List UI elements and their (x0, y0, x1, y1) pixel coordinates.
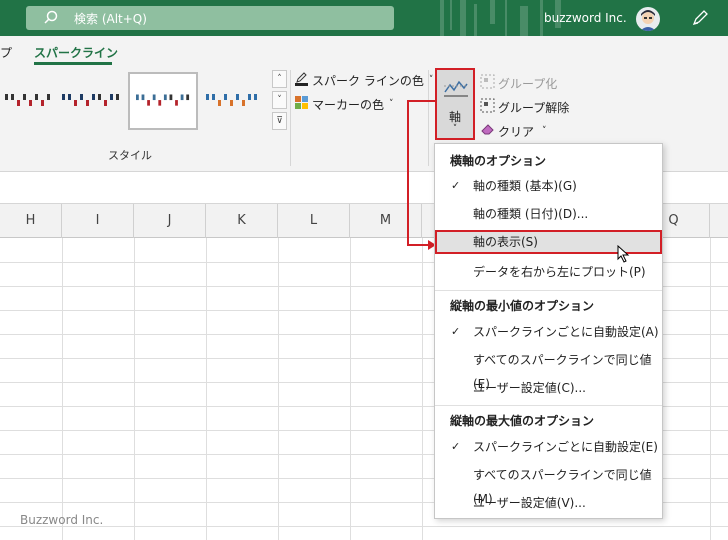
chevron-down-icon: ˅ (389, 99, 394, 109)
title-bar: 検索 (Alt+Q) buzzword Inc. (0, 0, 728, 36)
column-header-h[interactable]: H (0, 204, 62, 238)
style-swatch[interactable] (204, 72, 270, 130)
ungroup-label: グループ解除 (498, 100, 570, 115)
search-text: 検索 (Alt+Q) (74, 11, 147, 26)
menu-item-label: 軸の種類 (日付)(D)... (473, 207, 589, 221)
menu-item-plot-right-to-left[interactable]: データを右から左にプロット(P) (435, 260, 662, 284)
column-header-j[interactable]: J (134, 204, 206, 238)
column-header-m[interactable]: M (350, 204, 422, 238)
style-swatch[interactable] (0, 72, 66, 130)
grid-line (206, 238, 207, 540)
menu-item-show-axis[interactable]: 軸の表示(S) (435, 230, 662, 263)
column-header-l[interactable]: L (278, 204, 350, 238)
check-icon: ✓ (451, 440, 461, 453)
grid-line (710, 238, 711, 540)
menu-header-vertical-min: 縦軸の最小値のオプション (450, 299, 595, 313)
tab-sparkline[interactable]: スパークライン (34, 44, 118, 61)
style-swatch[interactable] (60, 72, 126, 130)
gallery-scroll-down[interactable]: ˅ (272, 91, 287, 109)
group-icon (480, 74, 495, 92)
divider (290, 70, 291, 166)
avatar[interactable] (636, 7, 660, 31)
menu-separator (435, 405, 662, 406)
pen-color-icon (294, 71, 309, 89)
grid-line (0, 526, 728, 527)
grid-line (62, 238, 63, 540)
menu-item-min-auto[interactable]: ✓ スパークラインごとに自動設定(A) (435, 320, 662, 344)
account-name[interactable]: buzzword Inc. (544, 11, 627, 25)
pen-icon[interactable] (690, 8, 710, 28)
menu-separator (435, 290, 662, 291)
menu-item-min-custom[interactable]: ユーザー設定値(C)... (435, 376, 662, 400)
column-header-i[interactable]: I (62, 204, 134, 238)
group-label-style: スタイル (108, 149, 152, 162)
style-swatch-selected[interactable] (128, 72, 198, 130)
tab-previous[interactable]: プ (0, 44, 12, 61)
marker-color-icon (294, 95, 309, 113)
ungroup-button[interactable]: グループ解除 (480, 98, 569, 116)
divider (428, 70, 429, 166)
tab-active-indicator (34, 62, 112, 65)
chevron-down-icon: ˅ (428, 75, 434, 85)
ungroup-icon (480, 98, 495, 116)
gallery-expand[interactable]: ⊽ (272, 112, 287, 130)
chevron-down-icon: ˅ (452, 124, 458, 134)
check-icon: ✓ (451, 325, 461, 338)
column-header-k[interactable]: K (206, 204, 278, 238)
axis-label: 軸 (448, 110, 461, 124)
group-button[interactable]: グループ化 (480, 74, 557, 92)
menu-header-horizontal-axis: 横軸のオプション (450, 154, 547, 168)
menu-item-label: スパークラインごとに自動設定(A) (473, 325, 659, 339)
menu-item-label: データを右から左にプロット(P) (473, 265, 646, 279)
menu-item-label: ユーザー設定値(C)... (473, 381, 586, 395)
style-gallery[interactable] (0, 72, 270, 134)
axis-icon (444, 80, 468, 97)
sparkline-color-button[interactable]: スパーク ラインの色 ˅ (294, 71, 433, 89)
menu-header-vertical-max: 縦軸の最大値のオプション (450, 414, 595, 428)
grid-line (134, 238, 135, 540)
search-icon (44, 10, 64, 27)
grid-line (278, 238, 279, 540)
eraser-icon (480, 122, 495, 140)
clear-button[interactable]: クリア ˅ (480, 122, 547, 140)
watermark: Buzzword Inc. (20, 513, 104, 527)
marker-color-label: マーカーの色 (312, 97, 385, 112)
axis-button[interactable]: 軸 ˅ (435, 68, 475, 140)
menu-item-max-auto[interactable]: ✓ スパークラインごとに自動設定(E) (435, 435, 662, 459)
group-label: グループ化 (498, 76, 558, 91)
menu-item-label: 軸の表示(S) (473, 235, 538, 249)
marker-color-button[interactable]: マーカーの色 ˅ (294, 95, 394, 113)
menu-item-min-same[interactable]: すべてのスパークラインで同じ値(E) (435, 348, 662, 391)
axis-dropdown-menu: 横軸のオプション ✓ 軸の種類 (基本)(G) 軸の種類 (日付)(D)... … (434, 143, 663, 519)
gallery-scroll-up[interactable]: ˄ (272, 70, 287, 88)
menu-item-label: 軸の種類 (基本)(G) (473, 179, 577, 193)
check-icon: ✓ (451, 179, 461, 192)
grid-line (350, 238, 351, 540)
chevron-down-icon: ˅ (542, 126, 547, 136)
search-box[interactable]: 検索 (Alt+Q) (26, 6, 394, 30)
menu-item-axis-type-date[interactable]: 軸の種類 (日付)(D)... (435, 202, 662, 226)
clear-label: クリア (498, 124, 535, 139)
menu-item-label: ユーザー設定値(V)... (473, 496, 586, 510)
menu-item-label: スパークラインごとに自動設定(E) (473, 440, 658, 454)
menu-item-axis-type-general[interactable]: ✓ 軸の種類 (基本)(G) (435, 174, 662, 198)
menu-item-max-same[interactable]: すべてのスパークラインで同じ値(M) (435, 463, 662, 506)
grid-line (422, 238, 423, 540)
sparkline-color-label: スパーク ラインの色 (312, 73, 424, 88)
menu-item-max-custom[interactable]: ユーザー設定値(V)... (435, 491, 662, 515)
